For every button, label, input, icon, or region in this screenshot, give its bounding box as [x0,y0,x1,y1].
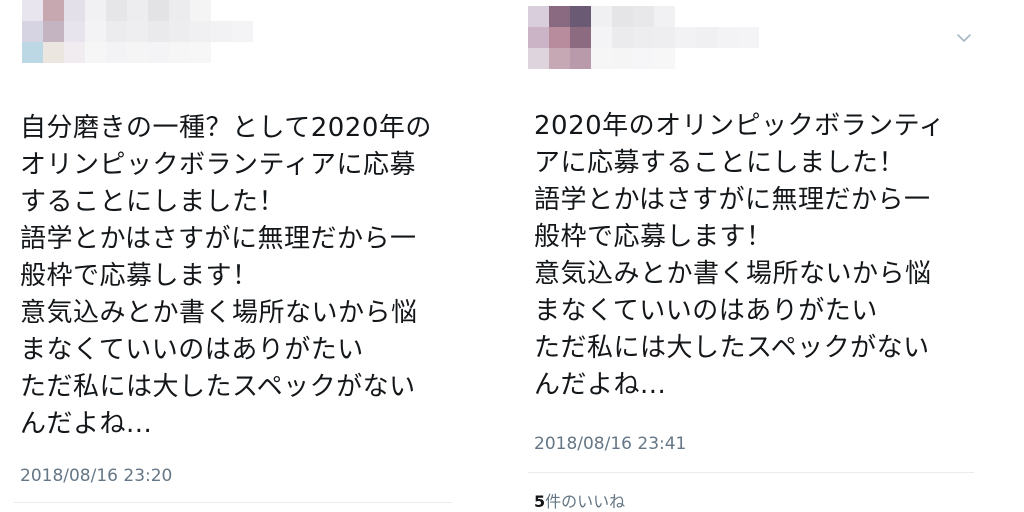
tweet-card-right: 2020年のオリンピックボランティ アに応募することにしました！ 語学とかはさす… [512,0,1024,512]
divider [14,502,452,503]
tweet-header-blurred [512,0,1024,90]
avatar-blurred [528,6,591,69]
likes-stat[interactable]: 5件のいいね [534,488,625,512]
likes-count: 5 [534,492,546,511]
divider [528,472,974,473]
username-blurred [591,6,759,69]
screenshot-page: 自分磨きの一種？として2020年の オリンピックボランティアに応募 することにし… [0,0,1024,512]
likes-label: 件のいいね [545,492,626,511]
tweet-text: 2020年のオリンピックボランティ アに応募することにしました！ 語学とかはさす… [534,111,946,400]
chevron-down-icon[interactable] [956,30,972,46]
tweet-timestamp[interactable]: 2018/08/16 23:41 [534,434,686,454]
tweet-header-blurred [0,0,500,90]
panel-gap [500,0,512,512]
avatar-blurred [22,0,85,63]
tweet-timestamp[interactable]: 2018/08/16 23:20 [20,466,172,486]
tweet-card-left: 自分磨きの一種？として2020年の オリンピックボランティアに応募 することにし… [0,0,500,512]
username-blurred [85,0,253,63]
tweet-text: 自分磨きの一種？として2020年の オリンピックボランティアに応募 することにし… [20,113,432,439]
